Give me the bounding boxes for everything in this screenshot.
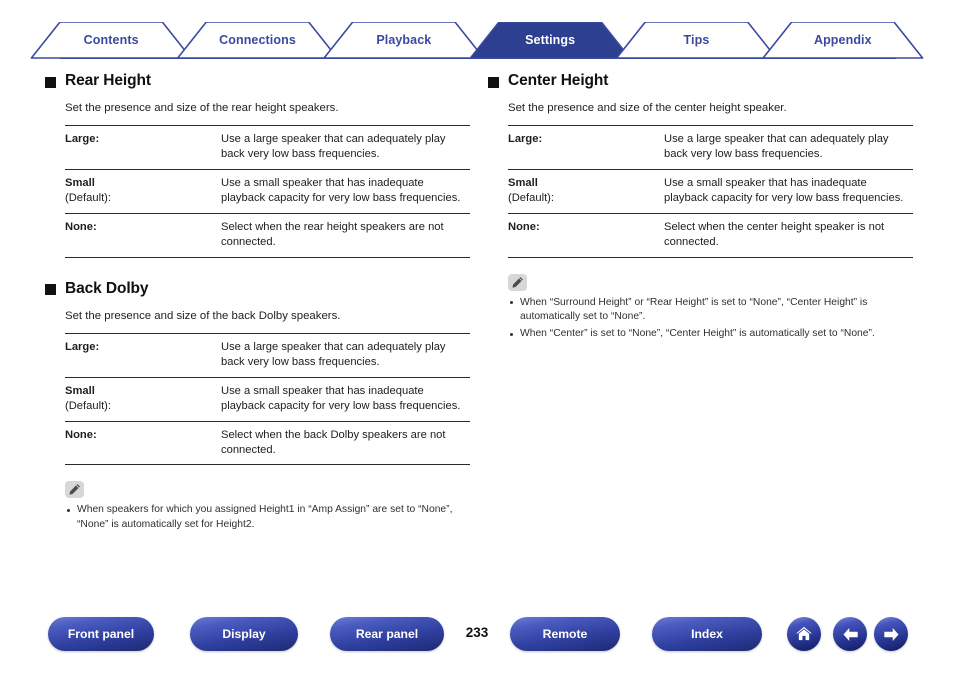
arrow-right-icon xyxy=(881,624,902,645)
tab-settings[interactable]: Settings xyxy=(477,22,623,58)
tab-label: Contents xyxy=(83,33,139,47)
option-key: Large: xyxy=(65,125,221,170)
table-row: Large: Use a large speaker that can adeq… xyxy=(65,333,470,378)
right-column: Center Height Set the presence and size … xyxy=(488,72,918,344)
table-row: None: Select when the rear height speake… xyxy=(65,212,470,258)
option-key: None: xyxy=(65,420,221,466)
option-key-subtext: (Default): xyxy=(65,192,112,205)
section-back-dolby: Back Dolby Set the presence and size of … xyxy=(45,280,475,466)
option-value: Use a large speaker that can adequately … xyxy=(664,125,913,170)
table-row: None: Select when the back Dolby speaker… xyxy=(65,420,470,466)
option-key-text: Small xyxy=(508,177,538,190)
option-value: Use a large speaker that can adequately … xyxy=(221,125,470,170)
option-key: Small (Default): xyxy=(65,169,221,214)
options-table: Large: Use a large speaker that can adeq… xyxy=(65,333,470,466)
section-heading-text: Back Dolby xyxy=(65,279,149,297)
left-column: Rear Height Set the presence and size of… xyxy=(45,72,475,535)
front-panel-button[interactable]: Front panel xyxy=(48,617,154,651)
tab-label: Playback xyxy=(376,33,432,47)
list-item: When “Center” is set to “None”, “Center … xyxy=(508,327,918,341)
option-value: Use a large speaker that can adequately … xyxy=(221,333,470,378)
tab-label: Tips xyxy=(683,33,710,47)
section-heading: Back Dolby xyxy=(45,280,475,298)
list-item: When “Surround Height” or “Rear Height” … xyxy=(508,296,918,324)
home-button[interactable] xyxy=(787,617,821,651)
remote-button[interactable]: Remote xyxy=(510,617,620,651)
table-row: Large: Use a large speaker that can adeq… xyxy=(65,125,470,170)
table-row: Small (Default): Use a small speaker tha… xyxy=(65,376,470,422)
note-bullet-list: When “Surround Height” or “Rear Height” … xyxy=(508,296,918,342)
section-rear-height: Rear Height Set the presence and size of… xyxy=(45,72,475,258)
tab-label: Connections xyxy=(219,33,296,47)
option-key: Large: xyxy=(508,125,664,170)
tab-baseline xyxy=(60,56,896,59)
option-key-text: Large: xyxy=(65,133,100,146)
option-key: None: xyxy=(508,212,664,258)
option-key-text: Large: xyxy=(65,341,100,354)
table-row: Small (Default): Use a small speaker tha… xyxy=(508,169,913,214)
section-intro: Set the presence and size of the back Do… xyxy=(65,309,341,322)
square-bullet-icon xyxy=(488,76,499,88)
option-value: Select when the rear height speakers are… xyxy=(221,212,470,258)
option-value: Use a small speaker that has inadequate … xyxy=(221,376,470,422)
option-key: None: xyxy=(65,212,221,258)
tab-label: Appendix xyxy=(813,33,872,47)
tab-tips[interactable]: Tips xyxy=(623,22,769,58)
section-intro: Set the presence and size of the rear he… xyxy=(65,102,339,114)
note-block: When “Surround Height” or “Rear Height” … xyxy=(508,273,918,342)
tab-list: Contents Connections Playback Settings Tips A… xyxy=(38,22,916,58)
list-item: When speakers for which you assigned Hei… xyxy=(65,503,475,531)
pencil-icon xyxy=(65,481,84,499)
option-key-text: Large: xyxy=(508,133,543,146)
option-key: Small (Default): xyxy=(508,169,664,214)
page-number: 233 xyxy=(465,625,489,640)
option-value: Use a small speaker that has inadequate … xyxy=(664,169,913,214)
tab-appendix[interactable]: Appendix xyxy=(770,22,916,58)
back-button[interactable] xyxy=(833,617,867,651)
square-bullet-icon xyxy=(45,284,56,296)
section-heading-text: Rear Height xyxy=(65,72,151,89)
forward-button[interactable] xyxy=(874,617,908,651)
section-heading: Center Height xyxy=(488,72,918,90)
section-center-height: Center Height Set the presence and size … xyxy=(488,72,918,258)
option-key-text: Small xyxy=(65,177,95,190)
option-key-text: None: xyxy=(65,220,97,233)
note-block: When speakers for which you assigned Hei… xyxy=(65,481,475,531)
page-root: Contents Connections Playback Settings Tips A… xyxy=(0,0,954,673)
rear-panel-button[interactable]: Rear panel xyxy=(330,617,444,651)
option-key: Small (Default): xyxy=(65,376,221,422)
option-value: Select when the center height speaker is… xyxy=(664,212,913,258)
section-heading-text: Center Height xyxy=(508,72,609,89)
arrow-left-icon xyxy=(840,624,861,645)
note-bullet-list: When speakers for which you assigned Hei… xyxy=(65,503,475,531)
index-button[interactable]: Index xyxy=(652,617,762,651)
options-table: Large: Use a large speaker that can adeq… xyxy=(508,125,913,258)
tab-label: Settings xyxy=(525,33,576,47)
option-key: Large: xyxy=(65,333,221,378)
option-key-text: Small xyxy=(65,384,95,397)
footer-navigation: Front panel Display Rear panel 233 Remot… xyxy=(0,617,954,657)
table-row: None: Select when the center height spea… xyxy=(508,212,913,258)
tab-playback[interactable]: Playback xyxy=(331,22,477,58)
option-key-subtext: (Default): xyxy=(65,399,112,412)
tab-connections[interactable]: Connections xyxy=(184,22,330,58)
section-intro: Set the presence and size of the center … xyxy=(508,102,787,114)
option-key-text: None: xyxy=(508,220,540,233)
home-icon xyxy=(794,624,814,644)
section-heading: Rear Height xyxy=(45,72,475,90)
options-table: Large: Use a large speaker that can adeq… xyxy=(65,125,470,258)
tab-contents[interactable]: Contents xyxy=(38,22,184,58)
table-row: Large: Use a large speaker that can adeq… xyxy=(508,125,913,170)
option-key-subtext: (Default): xyxy=(508,192,555,205)
option-value: Select when the back Dolby speakers are … xyxy=(221,420,470,466)
pencil-icon xyxy=(508,273,527,291)
table-row: Small (Default): Use a small speaker tha… xyxy=(65,169,470,214)
option-value: Use a small speaker that has inadequate … xyxy=(221,169,470,214)
square-bullet-icon xyxy=(45,76,56,88)
display-button[interactable]: Display xyxy=(190,617,298,651)
option-key-text: None: xyxy=(65,428,97,441)
